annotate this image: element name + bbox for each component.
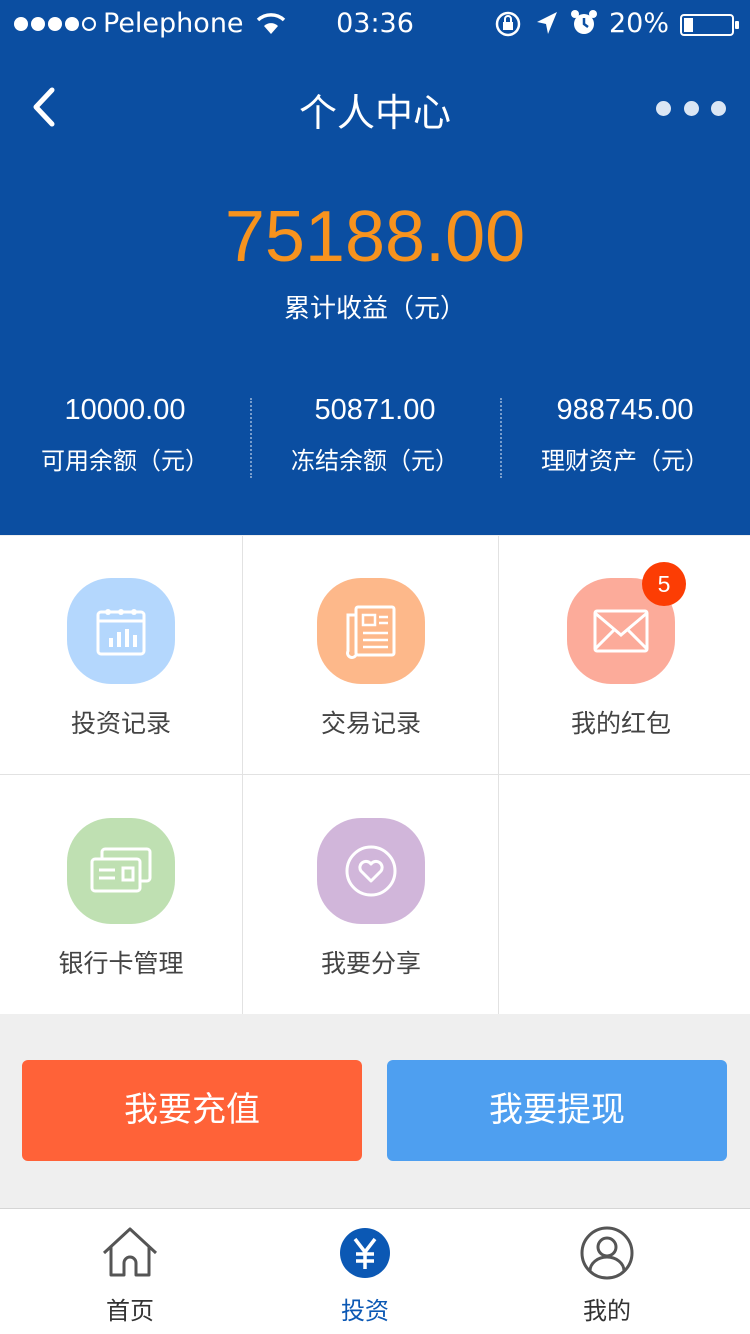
recharge-button[interactable]: 我要充值 [22,1060,362,1161]
total-income-label: 累计收益（元） [283,294,466,324]
stat-value: 10000.00 [64,394,186,426]
stat-frozen: 50871.00 冻结余额（元） [250,394,500,484]
stat-value: 50871.00 [314,394,436,426]
stat-label: 冻结余额（元） [291,447,459,475]
menu-grid: 投资记录 交易记录 5 我的红包 银行卡管理 我要分享 [0,536,750,1014]
battery-icon [680,14,739,36]
menu-item-label: 投资记录 [70,709,171,738]
withdraw-button[interactable]: 我要提现 [387,1060,727,1161]
rotation-lock-icon [495,11,521,37]
stat-value: 988745.00 [556,394,694,426]
location-arrow-icon [537,12,557,34]
tab-label: 首页 [106,1297,154,1325]
menu-item-label: 我要分享 [320,949,421,978]
battery-percent: 20% [609,8,670,39]
stat-assets: 988745.00 理财资产（元） [500,394,750,484]
bank-card-icon [67,818,175,924]
header: Pelephone 03:36 20% 个人中心 75188.00 累计收益（元… [0,0,750,535]
yuan-icon [340,1228,390,1278]
total-income-value: 75188.00 [224,197,526,277]
tab-mine[interactable]: 我的 [527,1209,687,1334]
tab-bar: 首页 投资 我的 [0,1208,750,1334]
menu-item-red-packets[interactable]: 5 我的红包 [500,536,742,774]
tab-home[interactable]: 首页 [50,1209,210,1334]
tab-label: 投资 [341,1297,389,1325]
stat-label: 可用余额（元） [41,447,209,475]
back-button[interactable] [26,84,66,130]
status-bar: Pelephone 03:36 20% [0,0,750,50]
menu-item-trade-records[interactable]: 交易记录 [250,536,492,774]
user-circle-icon [580,1226,634,1280]
menu-item-label: 我的红包 [570,709,671,738]
more-dots-icon [656,100,671,116]
stat-available: 10000.00 可用余额（元） [0,394,250,484]
menu-item-invest-records[interactable]: 投资记录 [0,536,242,774]
heart-circle-icon [317,818,425,924]
page-title: 个人中心 [298,91,451,135]
tab-label: 我的 [583,1297,631,1325]
menu-item-label: 银行卡管理 [58,949,184,978]
tab-invest[interactable]: 投资 [285,1209,445,1334]
notification-badge: 5 [642,562,686,606]
balance-stats: 10000.00 可用余额（元） 50871.00 冻结余额（元） 988745… [0,394,750,484]
menu-item-share[interactable]: 我要分享 [250,776,492,1014]
alarm-clock-icon [571,10,597,34]
stat-label: 理财资产（元） [541,447,709,475]
nav-bar: 个人中心 [0,70,750,144]
action-buttons: 我要充值 我要提现 [0,1060,750,1162]
more-button[interactable] [656,96,726,120]
chevron-left-icon [33,87,55,127]
menu-item-bank-cards[interactable]: 银行卡管理 [0,776,242,1014]
menu-item-label: 交易记录 [320,709,421,738]
document-list-icon [317,578,425,684]
calendar-chart-icon [67,578,175,684]
home-icon [102,1227,158,1277]
